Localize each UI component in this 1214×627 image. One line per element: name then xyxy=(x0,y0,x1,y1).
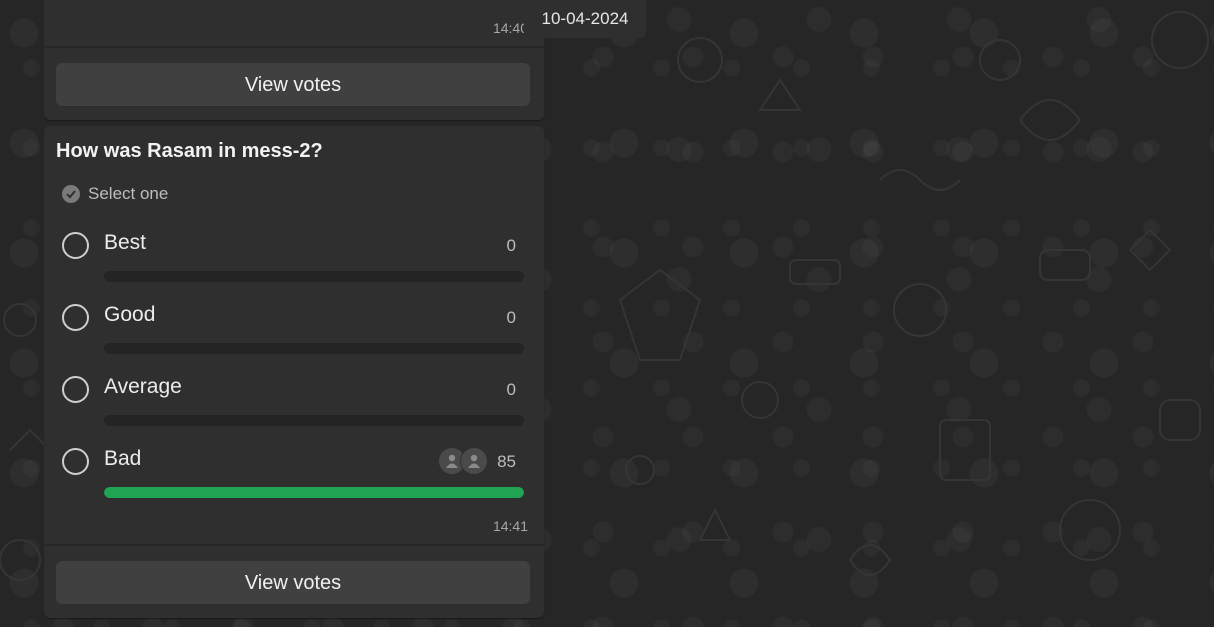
bubble-divider xyxy=(44,46,544,48)
vote-count: 0 xyxy=(506,308,516,327)
option-label: Best xyxy=(104,231,147,254)
poll-option-bad[interactable]: Bad 85 xyxy=(44,444,544,516)
avatar-icon xyxy=(460,447,488,475)
view-votes-button[interactable]: View votes xyxy=(56,561,530,605)
vote-count: 85 xyxy=(497,452,516,471)
poll-bubble: How was Rasam in mess-2? Select one Best… xyxy=(44,126,544,618)
select-one-hint: Select one xyxy=(62,184,168,204)
option-label: Good xyxy=(104,303,156,326)
vote-progress-bar xyxy=(104,415,524,426)
message-time: 14:41 xyxy=(492,518,528,534)
vote-progress-bar xyxy=(104,343,524,354)
vote-progress-bar xyxy=(104,487,524,498)
radio-button[interactable] xyxy=(62,232,89,259)
bubble-divider xyxy=(44,544,544,546)
vote-count: 0 xyxy=(506,380,516,399)
radio-button[interactable] xyxy=(62,304,89,331)
radio-button[interactable] xyxy=(62,448,89,475)
select-one-label: Select one xyxy=(88,184,169,203)
option-label: Average xyxy=(104,375,182,398)
poll-question: How was Rasam in mess-2? xyxy=(56,140,323,162)
voter-avatars[interactable] xyxy=(438,447,488,475)
radio-button[interactable] xyxy=(62,376,89,403)
poll-option-best[interactable]: Best 0 xyxy=(44,228,544,300)
option-label: Bad xyxy=(104,447,142,470)
vote-progress-bar xyxy=(104,271,524,282)
check-circle-icon xyxy=(62,185,80,203)
view-votes-button[interactable]: View votes xyxy=(56,63,530,107)
message-time: 14:40 xyxy=(492,20,528,36)
date-separator: 10-04-2024 xyxy=(524,0,646,38)
vote-count: 0 xyxy=(506,236,516,255)
poll-option-average[interactable]: Average 0 xyxy=(44,372,544,444)
poll-option-good[interactable]: Good 0 xyxy=(44,300,544,372)
previous-poll-bubble: 14:40 View votes xyxy=(44,0,544,120)
vote-progress-fill xyxy=(104,487,524,498)
